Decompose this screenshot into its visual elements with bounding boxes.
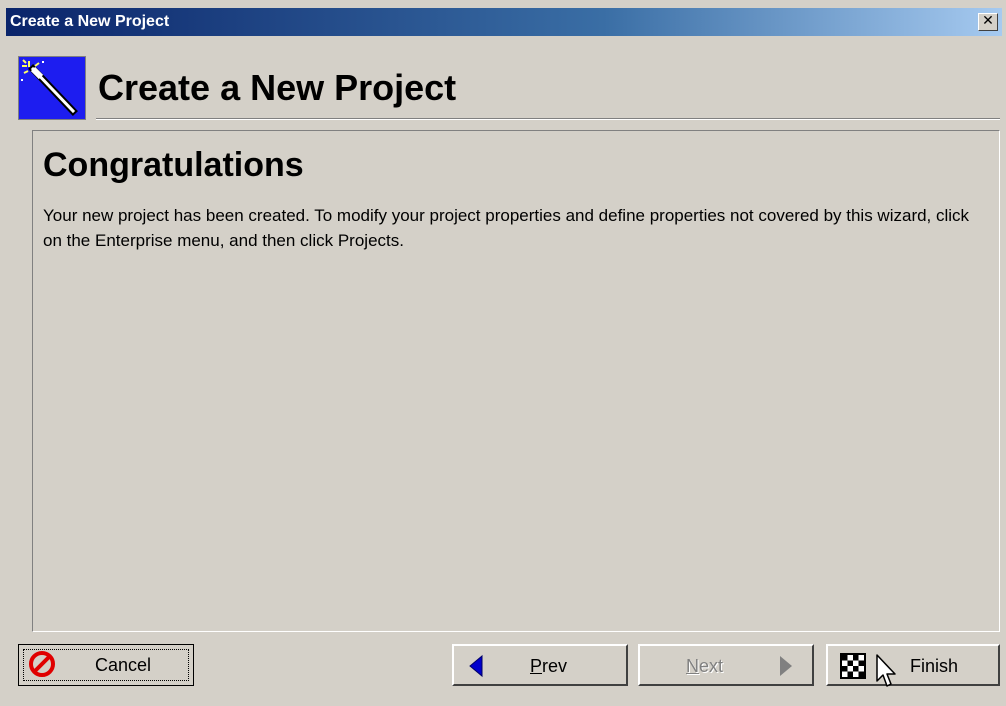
finish-label: Finish xyxy=(910,656,959,676)
arrow-left-icon xyxy=(469,654,483,678)
prev-label: Prev xyxy=(530,655,567,677)
mouse-cursor-icon xyxy=(876,654,896,687)
cancel-button[interactable]: Cancel xyxy=(18,644,194,686)
next-label: Next xyxy=(686,655,723,677)
header-divider xyxy=(96,118,1000,120)
arrow-right-icon xyxy=(780,656,792,676)
next-button[interactable]: Next xyxy=(638,644,814,686)
cancel-label: Cancel xyxy=(95,655,152,675)
finish-button[interactable]: Finish xyxy=(826,644,1000,686)
title-bar[interactable]: Create a New Project ✕ xyxy=(6,8,1002,36)
prev-button[interactable]: Prev xyxy=(452,644,628,686)
magic-wand-icon xyxy=(18,56,86,120)
prev-mnemonic: P xyxy=(530,656,543,676)
close-icon: ✕ xyxy=(982,13,994,29)
content-panel: Congratulations Your new project has bee… xyxy=(32,130,1000,632)
content-heading: Congratulations xyxy=(43,146,304,184)
dialog-window: Create a New Project ✕ Create a New Proj xyxy=(0,0,1006,706)
checkered-flag-icon xyxy=(840,653,866,679)
next-label-rest: ext xyxy=(699,656,724,676)
close-button[interactable]: ✕ xyxy=(978,13,998,31)
window-title: Create a New Project xyxy=(10,13,170,30)
header-title: Create a New Project xyxy=(98,67,457,108)
content-body-text: Your new project has been created. To mo… xyxy=(43,206,970,250)
cancel-icon xyxy=(29,651,55,677)
prev-label-rest: rev xyxy=(542,656,568,676)
next-mnemonic: N xyxy=(686,656,699,676)
